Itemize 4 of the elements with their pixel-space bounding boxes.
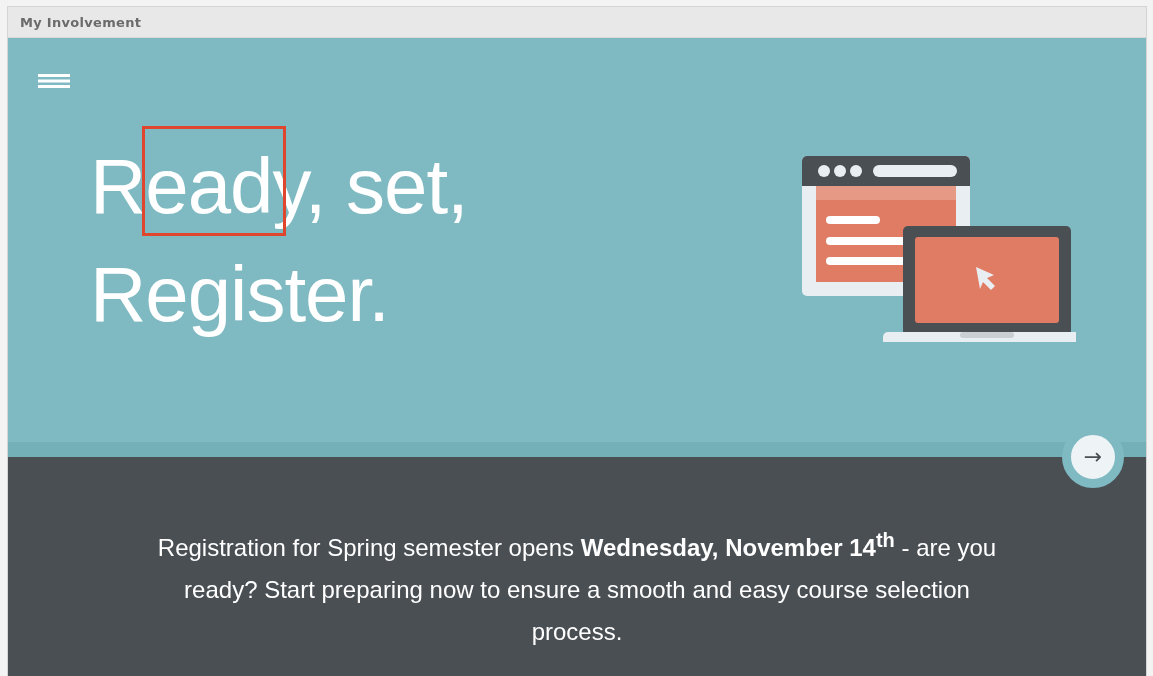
menu-icon[interactable]: [38, 74, 70, 88]
window-title: My Involvement: [20, 14, 142, 30]
announcement-text: Registration for Spring semester opens Wednesday, November 14$^{th}$ - are you ready? Start preparing now to ensure a smooth and easy course selection process.: [156, 528, 998, 647]
heading-line: Register.: [90, 249, 390, 340]
